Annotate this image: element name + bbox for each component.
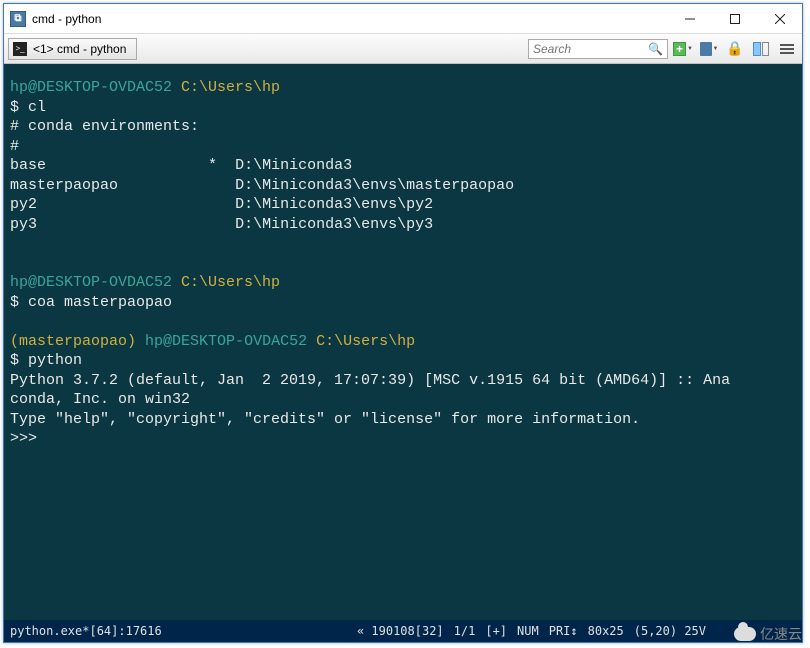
app-window: ⧉ cmd - python >_ <1> cmd - python 🔍 +▼ … [3,3,803,643]
cmd-line: $ cl [10,99,46,116]
status-pos: 1/1 [454,624,476,638]
repl-prompt: >>> [10,430,37,447]
env-row: masterpaopao D:\Miniconda3\envs\masterpa… [10,177,514,194]
maximize-icon [730,14,740,24]
book-icon [700,42,712,56]
layout-button[interactable] [750,38,772,60]
status-process: python.exe*[64]:17616 [10,624,162,638]
minimize-icon [685,14,695,24]
maximize-button[interactable] [712,4,757,34]
env-prefix: (masterpaopao) [10,333,136,350]
app-icon: ⧉ [10,11,26,27]
env-row: py3 D:\Miniconda3\envs\py3 [10,216,433,233]
plus-icon: + [673,42,686,56]
prompt-path: C:\Users\hp [316,333,415,350]
status-size: 80x25 [588,624,624,638]
lock-icon: 🔒 [726,40,743,57]
env-row: py2 D:\Miniconda3\envs\py2 [10,196,433,213]
prompt-host: hp@DESKTOP-OVDAC52 [10,79,172,96]
watermark-text: 亿速云 [760,624,802,644]
search-icon: 🔍 [648,42,663,56]
close-icon [775,14,785,24]
watermark: 亿速云 [734,624,802,644]
status-bar: python.exe*[64]:17616 « 190108[32] 1/1 [… [4,620,802,642]
terminal-output[interactable]: hp@DESKTOP-OVDAC52 C:\Users\hp $ cl # co… [4,64,802,620]
console-tab[interactable]: >_ <1> cmd - python [8,38,137,60]
status-plus: [+] [485,624,507,638]
console-tab-label: <1> cmd - python [33,42,126,56]
python-banner-line: Type "help", "copyright", "credits" or "… [10,411,640,428]
minimize-button[interactable] [667,4,712,34]
lock-button[interactable]: 🔒 [724,38,746,60]
titlebar: ⧉ cmd - python [4,4,802,34]
new-console-button[interactable]: +▼ [672,38,694,60]
cloud-icon [734,627,756,641]
status-date: « 190108[32] [357,624,444,638]
cmd-line: $ coa masterpaopao [10,294,172,311]
prompt-host: hp@DESKTOP-OVDAC52 [10,274,172,291]
console-tab-icon: >_ [13,42,27,56]
hamburger-icon [780,44,794,54]
env-header: # conda environments: [10,118,199,135]
search-box[interactable]: 🔍 [528,39,668,59]
close-button[interactable] [757,4,802,34]
search-input[interactable] [533,42,648,56]
menu-button[interactable] [776,38,798,60]
hash-line: # [10,138,19,155]
bookmarks-button[interactable]: ▼ [698,38,720,60]
status-cursor: (5,20) 25V [634,624,706,638]
prompt-host: hp@DESKTOP-OVDAC52 [145,333,307,350]
python-banner-line: conda, Inc. on win32 [10,391,190,408]
env-row: base * D:\Miniconda3 [10,157,352,174]
python-banner-line: Python 3.7.2 (default, Jan 2 2019, 17:07… [10,372,730,389]
toolbar: >_ <1> cmd - python 🔍 +▼ ▼ 🔒 [4,34,802,64]
panes-icon [753,42,769,56]
status-num: NUM [517,624,539,638]
status-pri: PRI↕ [549,624,578,638]
window-title: cmd - python [32,12,109,26]
prompt-path: C:\Users\hp [181,79,280,96]
prompt-path: C:\Users\hp [181,274,280,291]
cmd-line: $ python [10,352,82,369]
